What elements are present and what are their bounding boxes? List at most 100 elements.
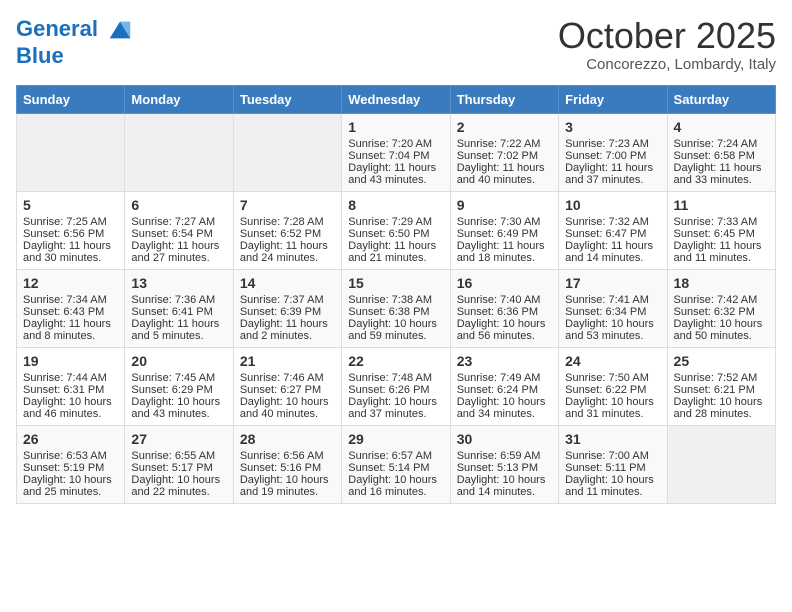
day-number: 29 bbox=[348, 431, 443, 447]
day-info-line: Daylight: 10 hours and 40 minutes. bbox=[240, 396, 335, 420]
calendar-cell: 12Sunrise: 7:34 AMSunset: 6:43 PMDayligh… bbox=[17, 269, 125, 347]
calendar-cell: 24Sunrise: 7:50 AMSunset: 6:22 PMDayligh… bbox=[559, 347, 667, 425]
day-info-line: Sunset: 6:24 PM bbox=[457, 384, 552, 396]
calendar-table: SundayMondayTuesdayWednesdayThursdayFrid… bbox=[16, 85, 776, 504]
calendar-cell: 20Sunrise: 7:45 AMSunset: 6:29 PMDayligh… bbox=[125, 347, 233, 425]
day-info-line: Sunrise: 7:22 AM bbox=[457, 138, 552, 150]
day-info-line: Sunrise: 7:37 AM bbox=[240, 294, 335, 306]
day-info-line: Sunrise: 7:40 AM bbox=[457, 294, 552, 306]
day-number: 1 bbox=[348, 119, 443, 135]
day-number: 25 bbox=[674, 353, 769, 369]
calendar-cell: 14Sunrise: 7:37 AMSunset: 6:39 PMDayligh… bbox=[233, 269, 341, 347]
day-info-line: Sunset: 6:32 PM bbox=[674, 306, 769, 318]
calendar-cell bbox=[125, 113, 233, 191]
day-number: 28 bbox=[240, 431, 335, 447]
day-info-line: Sunset: 6:54 PM bbox=[131, 228, 226, 240]
calendar-cell: 31 Sunrise: 7:00 AMSunset: 5:11 PMDayligh… bbox=[559, 425, 667, 503]
calendar-cell bbox=[667, 425, 775, 503]
day-info-line: Daylight: 11 hours and 24 minutes. bbox=[240, 240, 335, 264]
day-info-line: Daylight: 11 hours and 30 minutes. bbox=[23, 240, 118, 264]
day-number: 10 bbox=[565, 197, 660, 213]
day-info-line: Sunrise: 7:24 AM bbox=[674, 138, 769, 150]
calendar-body: 1Sunrise: 7:20 AMSunset: 7:04 PMDaylight… bbox=[17, 113, 776, 503]
calendar-cell: 4Sunrise: 7:24 AMSunset: 6:58 PMDaylight… bbox=[667, 113, 775, 191]
day-number: 30 bbox=[457, 431, 552, 447]
calendar-cell: 28Sunrise: 6:56 AMSunset: 5:16 PMDayligh… bbox=[233, 425, 341, 503]
page-header: General Blue October 2025 Concorezzo, Lo… bbox=[16, 16, 776, 73]
day-info-line: Sunset: 6:38 PM bbox=[348, 306, 443, 318]
day-info-line: Sunset: 6:31 PM bbox=[23, 384, 118, 396]
day-info-line: Daylight: 11 hours and 33 minutes. bbox=[674, 162, 769, 186]
day-info-line: Sunset: 7:00 PM bbox=[565, 150, 660, 162]
day-info-line: Sunrise: 7:44 AM bbox=[23, 372, 118, 384]
day-number: 16 bbox=[457, 275, 552, 291]
day-info-line: Sunset: 5:11 PM bbox=[565, 462, 660, 474]
calendar-week-row: 19 Sunrise: 7:44 AMSunset: 6:31 PM Dayligh… bbox=[17, 347, 776, 425]
day-info-line: Sunset: 7:04 PM bbox=[348, 150, 443, 162]
day-info-line: Sunset: 6:58 PM bbox=[674, 150, 769, 162]
day-number: 26 bbox=[23, 431, 118, 447]
calendar-cell: 18 Sunrise: 7:42 AMSunset: 6:32 PMDayligh… bbox=[667, 269, 775, 347]
calendar-cell: 27Sunrise: 6:55 AMSunset: 5:17 PMDayligh… bbox=[125, 425, 233, 503]
day-info-line: Sunrise: 7:45 AM bbox=[131, 372, 226, 384]
day-info-line: Daylight: 11 hours and 11 minutes. bbox=[674, 240, 769, 264]
day-number: 3 bbox=[565, 119, 660, 135]
day-info-line: Sunrise: 7:32 AM bbox=[565, 216, 660, 228]
day-number: 24 bbox=[565, 353, 660, 369]
day-info-line: Daylight: 11 hours and 40 minutes. bbox=[457, 162, 552, 186]
day-number: 8 bbox=[348, 197, 443, 213]
calendar-cell: 7Sunrise: 7:28 AMSunset: 6:52 PMDaylight… bbox=[233, 191, 341, 269]
day-number: 31 bbox=[565, 431, 660, 447]
day-number: 23 bbox=[457, 353, 552, 369]
calendar-cell: 19Sunrise: 7:44 AMSunset: 6:31 PMDayligh… bbox=[17, 347, 125, 425]
day-info-line: Sunrise: 7:49 AM bbox=[457, 372, 552, 384]
day-number: 14 bbox=[240, 275, 335, 291]
day-info-line: Sunrise: 7:42 AM bbox=[674, 294, 769, 306]
day-number: 18 bbox=[674, 275, 769, 291]
day-info-line: Sunrise: 6:57 AM bbox=[348, 450, 443, 462]
calendar-cell: 10Sunrise: 7:32 AMSunset: 6:47 PMDayligh… bbox=[559, 191, 667, 269]
logo-line2: Blue bbox=[16, 44, 134, 68]
day-info-line: Daylight: 10 hours and 28 minutes. bbox=[674, 396, 769, 420]
day-number: 2 bbox=[457, 119, 552, 135]
calendar-cell: 23 Sunrise: 7:49 AMSunset: 6:24 PMDayligh… bbox=[450, 347, 558, 425]
calendar-cell: 21Sunrise: 7:46 AMSunset: 6:27 PMDayligh… bbox=[233, 347, 341, 425]
day-info-line: Sunrise: 7:50 AM bbox=[565, 372, 660, 384]
day-info-line: Sunset: 6:22 PM bbox=[565, 384, 660, 396]
location-subtitle: Concorezzo, Lombardy, Italy bbox=[558, 56, 776, 73]
day-info-line: Daylight: 10 hours and 11 minutes. bbox=[565, 474, 660, 498]
day-info-line: Daylight: 10 hours and 16 minutes. bbox=[348, 474, 443, 498]
day-info-line: Sunrise: 6:59 AM bbox=[457, 450, 552, 462]
day-info-line: Sunset: 5:16 PM bbox=[240, 462, 335, 474]
day-header-sunday: Sunday bbox=[17, 85, 125, 113]
calendar-cell: 15Sunrise: 7:38 AMSunset: 6:38 PMDayligh… bbox=[342, 269, 450, 347]
day-number: 21 bbox=[240, 353, 335, 369]
day-info-line: Sunset: 6:34 PM bbox=[565, 306, 660, 318]
day-info-line: Sunset: 6:29 PM bbox=[131, 384, 226, 396]
calendar-cell: 30Sunrise: 6:59 AMSunset: 5:13 PMDayligh… bbox=[450, 425, 558, 503]
day-info-line: Daylight: 10 hours and 19 minutes. bbox=[240, 474, 335, 498]
day-info-line: Sunrise: 7:46 AM bbox=[240, 372, 335, 384]
day-number: 13 bbox=[131, 275, 226, 291]
day-info-line: Sunrise: 7:00 AM bbox=[565, 450, 660, 462]
day-info-line: Sunrise: 6:55 AM bbox=[131, 450, 226, 462]
day-info-line: Daylight: 10 hours and 53 minutes. bbox=[565, 318, 660, 342]
day-info-line: Daylight: 10 hours and 34 minutes. bbox=[457, 396, 552, 420]
day-info-line: Daylight: 11 hours and 14 minutes. bbox=[565, 240, 660, 264]
day-info-line: Sunset: 6:52 PM bbox=[240, 228, 335, 240]
day-info-line: Daylight: 11 hours and 5 minutes. bbox=[131, 318, 226, 342]
day-info-line: Daylight: 10 hours and 50 minutes. bbox=[674, 318, 769, 342]
day-number: 19 bbox=[23, 353, 118, 369]
logo: General Blue bbox=[16, 16, 134, 68]
day-header-thursday: Thursday bbox=[450, 85, 558, 113]
day-info-line: Sunset: 5:13 PM bbox=[457, 462, 552, 474]
day-header-saturday: Saturday bbox=[667, 85, 775, 113]
calendar-cell: 11Sunrise: 7:33 AMSunset: 6:45 PMDayligh… bbox=[667, 191, 775, 269]
day-info-line: Daylight: 10 hours and 59 minutes. bbox=[348, 318, 443, 342]
day-info-line: Daylight: 11 hours and 8 minutes. bbox=[23, 318, 118, 342]
day-number: 15 bbox=[348, 275, 443, 291]
day-info-line: Sunset: 6:45 PM bbox=[674, 228, 769, 240]
day-info-line: Sunset: 6:26 PM bbox=[348, 384, 443, 396]
day-info-line: Daylight: 10 hours and 25 minutes. bbox=[23, 474, 118, 498]
day-info-line: Daylight: 11 hours and 43 minutes. bbox=[348, 162, 443, 186]
